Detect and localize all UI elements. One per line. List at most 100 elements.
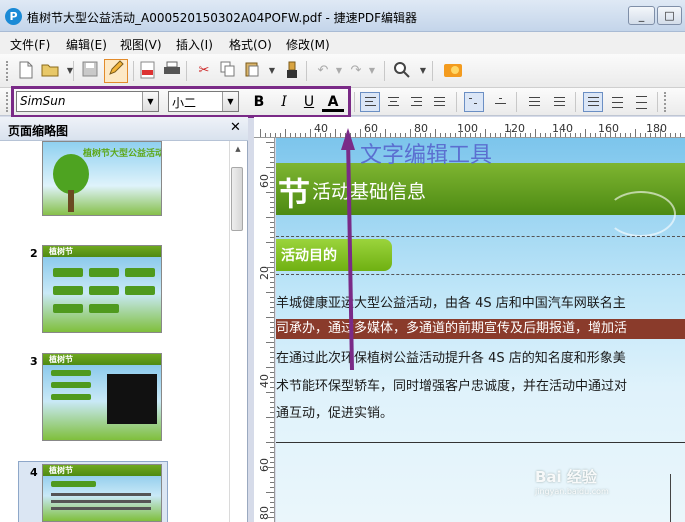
justify-button[interactable] <box>429 92 449 112</box>
ruler-tick <box>270 262 274 263</box>
bullet-list-icon[interactable] <box>549 92 569 112</box>
selected-paragraph-line[interactable]: 司承办，通过多媒体，多通道的前期宣传及后期报道，增加活 <box>276 319 685 339</box>
ruler-tick <box>565 133 566 137</box>
ruler-tick <box>460 129 461 137</box>
minimize-button[interactable]: _ <box>628 6 655 25</box>
ruler-tick <box>585 129 586 137</box>
toolbar-grip[interactable] <box>6 92 9 112</box>
ruler-tick <box>320 133 321 137</box>
ruler-tick <box>305 133 306 137</box>
vip-coin-icon[interactable] <box>443 60 463 80</box>
ruler-tick <box>555 133 556 137</box>
pdf-convert-icon[interactable] <box>138 61 158 81</box>
ruler-tick <box>266 517 274 518</box>
align-right-button[interactable] <box>406 92 426 112</box>
ruler-tick <box>680 133 681 137</box>
text-flow-icon[interactable] <box>464 92 484 112</box>
new-document-icon[interactable] <box>16 61 36 81</box>
ruler-tick <box>280 133 281 137</box>
paragraph-line[interactable]: 术节能环保型轿车，同时增强客户忠诚度，并在活动中通过对 <box>276 375 627 394</box>
purpose-label-box[interactable]: 活动目的 <box>276 239 392 271</box>
maximize-button[interactable]: □ <box>657 6 682 25</box>
line-spacing-medium-button[interactable] <box>607 92 627 112</box>
line-spacing-double-button[interactable] <box>631 92 651 112</box>
ruler-tick <box>270 497 274 498</box>
chevron-down-icon[interactable]: ▼ <box>362 61 382 81</box>
ruler-tick <box>270 432 274 433</box>
ruler-tick <box>600 133 601 137</box>
ruler-tick <box>270 277 274 278</box>
ruler-tick <box>270 422 274 423</box>
thumb-title: 植树节大型公益活动 <box>83 149 162 159</box>
align-center-button[interactable] <box>383 92 403 112</box>
ruler-tick <box>270 133 271 137</box>
ruler-tick <box>270 402 274 403</box>
menu-edit[interactable]: 编辑(E) <box>66 36 107 53</box>
ruler-tick <box>270 357 274 358</box>
scissors-icon[interactable]: ✂ <box>194 61 214 81</box>
menu-format[interactable]: 格式(O) <box>229 36 272 53</box>
menu-file[interactable]: 文件(F) <box>10 36 50 53</box>
ruler-tick <box>270 197 274 198</box>
scroll-up-icon[interactable]: ▲ <box>230 141 246 157</box>
ruler-tick <box>335 129 336 137</box>
menu-modify[interactable]: 修改(M) <box>286 36 330 53</box>
thumbnail-scrollbar[interactable]: ▲ <box>229 141 246 522</box>
ruler-tick <box>285 129 286 137</box>
ruler-tick <box>266 242 274 243</box>
menu-insert[interactable]: 插入(I) <box>176 36 213 53</box>
chevron-down-icon[interactable]: ▼ <box>262 61 282 81</box>
ruler-tick <box>270 187 274 188</box>
ruler-tick <box>270 472 274 473</box>
ruler-tick <box>270 387 274 388</box>
close-icon[interactable]: ✕ <box>230 120 241 135</box>
doc-section-title[interactable]: 活动基础信息 <box>312 177 426 204</box>
menu-view[interactable]: 视图(V) <box>120 36 162 53</box>
thumbnail-panel-title: 页面缩略图 <box>8 124 69 138</box>
ruler-tick <box>675 133 676 137</box>
zoom-icon[interactable] <box>392 61 412 81</box>
watermark-sub: jingyan.baidu.com <box>535 487 609 496</box>
ruler-tick <box>355 133 356 137</box>
line-spacing-single-button[interactable] <box>583 92 603 112</box>
paste-icon[interactable] <box>242 61 262 81</box>
paragraph-line[interactable]: 在通过此次环保植树公益活动提升各 4S 店的知名度和形象美 <box>276 347 626 366</box>
ruler-tick <box>266 467 274 468</box>
horizontal-ruler: 40 60 80 100 120 140 160 180 <box>254 117 685 138</box>
ruler-tick <box>545 133 546 137</box>
toolbar-grip[interactable] <box>6 61 9 81</box>
ruler-tick <box>410 129 411 137</box>
align-left-button[interactable] <box>360 92 380 112</box>
toolbar-grip[interactable] <box>664 92 667 112</box>
page-thumbnail-2[interactable]: 植树节 <box>42 245 162 333</box>
ruler-tick <box>525 133 526 137</box>
text-wrap-icon[interactable] <box>490 92 510 112</box>
copy-icon[interactable] <box>218 61 238 81</box>
ruler-tick <box>270 237 274 238</box>
format-brush-icon[interactable] <box>282 61 302 81</box>
ruler-tick <box>670 133 671 137</box>
print-icon[interactable] <box>162 61 182 81</box>
window-title: 植树节大型公益活动_A000520150302A04POFW.pdf - 捷速P… <box>27 11 417 25</box>
ruler-tick <box>270 247 274 248</box>
thumbnail-panel-header: 页面缩略图 ✕ <box>0 117 248 141</box>
ruler-tick <box>266 317 274 318</box>
ruler-tick <box>385 129 386 137</box>
ruler-tick <box>270 327 274 328</box>
paragraph-line[interactable]: 羊城健康亚运大型公益活动，由各 4S 店和中国汽车网联名主 <box>276 292 626 311</box>
paragraph-line[interactable]: 通互动，促进实销。 <box>276 402 393 421</box>
chevron-down-icon[interactable]: ▼ <box>413 61 433 81</box>
ruler-tick <box>270 322 274 323</box>
document-canvas[interactable]: 节 活动基础信息 活动目的 羊城健康亚运大型公益活动，由各 4S 店和中国汽车网… <box>276 138 685 522</box>
edit-pencil-icon[interactable] <box>104 59 128 83</box>
ruler-tick <box>300 133 301 137</box>
ruler-tick <box>270 352 274 353</box>
open-folder-icon[interactable] <box>40 61 60 81</box>
ruler-tick <box>270 412 274 413</box>
page-thumbnail-4[interactable]: 植树节 <box>42 464 162 522</box>
page-thumbnail-3[interactable]: 植树节 <box>42 353 162 441</box>
chevron-down-icon[interactable]: ▼ <box>60 61 80 81</box>
numbered-list-icon[interactable] <box>524 92 544 112</box>
save-icon[interactable] <box>80 61 100 81</box>
page-thumbnail-1[interactable]: 植树节大型公益活动 <box>42 141 162 216</box>
